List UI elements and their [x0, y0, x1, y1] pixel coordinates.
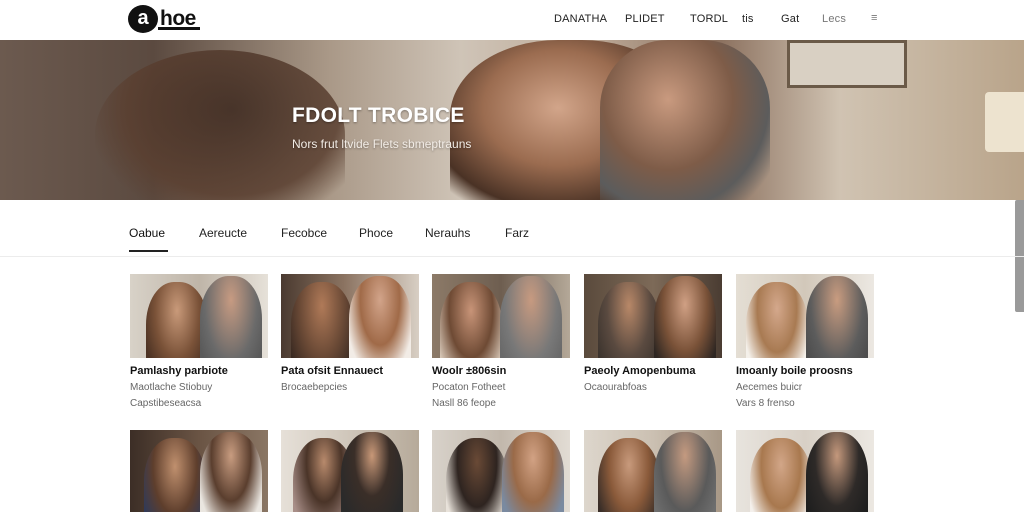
card-title[interactable]: Pamlashy parbiote — [130, 365, 280, 377]
card-title[interactable]: Imoanly boile proosns — [736, 365, 886, 377]
card-thumbnail[interactable] — [584, 274, 722, 358]
logo-wordmark[interactable]: hoe — [158, 8, 200, 30]
nav-link-4[interactable]: tis — [742, 13, 754, 25]
card-thumbnail[interactable] — [281, 430, 419, 512]
nav-link-6[interactable]: Lecs — [822, 13, 846, 25]
hero-photo-wall-frame — [787, 40, 907, 88]
tab-5[interactable]: Nerauhs — [425, 226, 470, 240]
nav-link-5[interactable]: Gat — [781, 13, 799, 25]
menu-icon[interactable]: ≡ — [871, 12, 877, 24]
card-thumbnail[interactable] — [130, 430, 268, 512]
tab-2[interactable]: Aereucte — [199, 226, 247, 240]
card-meta: Brocaebepcies — [281, 382, 348, 393]
card-thumbnail[interactable] — [584, 430, 722, 512]
card-meta-secondary: Capstibeseacsa — [130, 398, 202, 409]
card-meta: Ocaourabfoas — [584, 382, 647, 393]
card-meta-secondary: Nasll 86 feope — [432, 398, 496, 409]
tab-6[interactable]: Farz — [505, 226, 529, 240]
card-thumbnail[interactable] — [432, 430, 570, 512]
hero-subtitle: Nors frut ltvide Flets sbmeptrauns — [292, 137, 472, 151]
card-meta: Aecemes buicr — [736, 382, 803, 393]
nav-link-3[interactable]: TORDL — [690, 13, 728, 25]
card-thumbnail[interactable] — [432, 274, 570, 358]
card-meta: Pocaton Fotheet — [432, 382, 506, 393]
hero-photo-figure-right — [600, 40, 770, 200]
site-header: a hoe DANATHA PLIDET TORDL tis Gat Lecs … — [0, 0, 1024, 40]
card-thumbnail[interactable] — [736, 430, 874, 512]
card-title[interactable]: Paeoly Amopenbuma — [584, 365, 734, 377]
card-title[interactable]: Woolr ±806sin — [432, 365, 582, 377]
card-thumbnail[interactable] — [736, 274, 874, 358]
hero-photo-lamp — [985, 92, 1024, 152]
card-meta: Maotlache Stiobuy — [130, 382, 213, 393]
tabs-divider — [0, 256, 1024, 257]
hero-banner — [0, 40, 1024, 200]
card-thumbnail[interactable] — [281, 274, 419, 358]
hero-title: FDOLT TROBICE — [292, 104, 465, 127]
active-tab-indicator — [129, 250, 168, 252]
tab-4[interactable]: Phoce — [359, 226, 393, 240]
nav-link-2[interactable]: PLIDET — [625, 13, 665, 25]
card-title[interactable]: Pata ofsit Ennauect — [281, 365, 431, 377]
card-thumbnail[interactable] — [130, 274, 268, 358]
card-meta-secondary: Vars 8 frenso — [736, 398, 795, 409]
logo-mark[interactable]: a — [128, 5, 158, 33]
nav-link-1[interactable]: DANATHA — [554, 13, 607, 25]
tab-3[interactable]: Fecobce — [281, 226, 327, 240]
tab-1[interactable]: Oabue — [129, 226, 165, 240]
